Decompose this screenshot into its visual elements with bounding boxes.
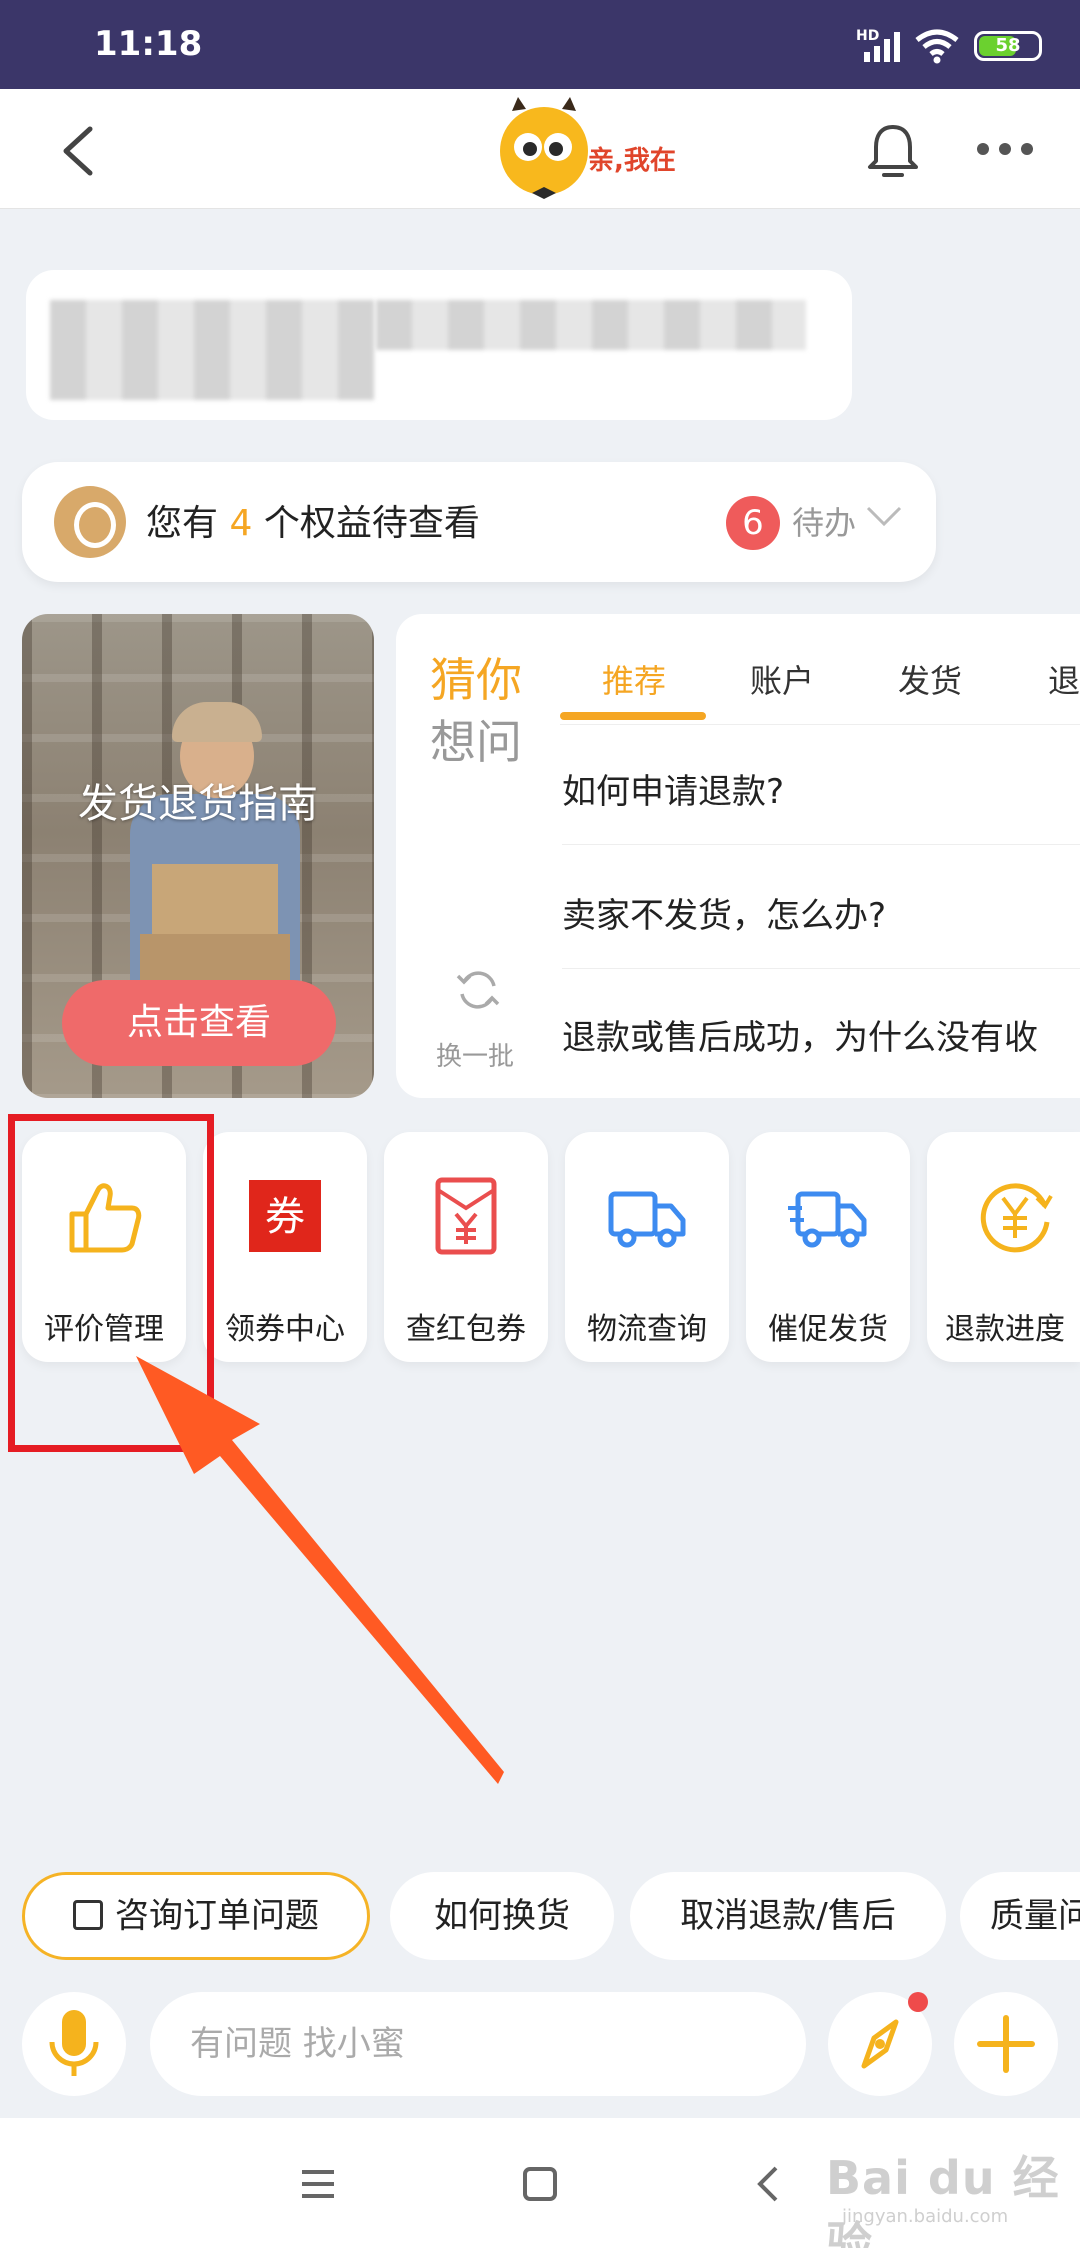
battery-icon: 58: [974, 31, 1042, 61]
wifi-icon: [915, 29, 959, 64]
quick-action-label: 领券中心: [225, 1312, 345, 1347]
back-triangle-icon[interactable]: [752, 2164, 782, 2204]
annotation-arrow: [136, 1356, 504, 1784]
tab-recommend[interactable]: 推荐: [602, 656, 666, 702]
tab-refund[interactable]: 退: [1048, 656, 1080, 702]
shipping-return-guide-card[interactable]: 发货退货指南 点击查看: [22, 614, 374, 1098]
quick-action-label: 查红包券: [406, 1312, 526, 1347]
message-input-container: [150, 1992, 806, 2096]
tab-shipping[interactable]: 发货: [898, 656, 962, 702]
quick-action-red-packet[interactable]: 查红包券: [384, 1132, 548, 1362]
todo-label[interactable]: 待办: [792, 498, 856, 544]
chevron-down-icon[interactable]: [864, 502, 904, 532]
home-square-icon[interactable]: [520, 2164, 560, 2204]
active-tab-indicator: [560, 712, 706, 720]
yuan-refresh-icon: [980, 1183, 1053, 1253]
notification-bell-icon[interactable]: [866, 121, 920, 181]
red-packet-icon: [435, 1177, 497, 1255]
message-input[interactable]: [190, 2014, 750, 2074]
faq-question[interactable]: 卖家不发货，怎么办?: [562, 888, 886, 937]
chip-cancel-refund[interactable]: 取消退款/售后: [630, 1872, 946, 1960]
svg-text:券: 券: [265, 1194, 305, 1240]
back-arrow-icon[interactable]: [54, 123, 104, 179]
quick-action-label: 催促发货: [768, 1312, 888, 1347]
menu-icon[interactable]: [298, 2166, 338, 2202]
more-options-icon[interactable]: [976, 141, 1034, 157]
quick-action-logistics[interactable]: 物流查询: [565, 1132, 729, 1362]
chip-quality[interactable]: 质量问: [960, 1872, 1080, 1960]
quick-action-label: 退款进度: [945, 1312, 1065, 1347]
status-time: 11:18: [94, 24, 203, 64]
app-header: 亲,我在: [0, 89, 1080, 209]
faq-heading-bottom: 想问: [430, 715, 522, 769]
quick-action-label: 物流查询: [587, 1312, 707, 1347]
faq-heading-top: 猜你: [430, 653, 522, 707]
order-inquiry-icon: [73, 1899, 103, 1930]
faq-question[interactable]: 退款或售后成功，为什么没有收: [562, 1010, 1038, 1059]
chip-exchange[interactable]: 如何换货: [390, 1872, 614, 1960]
signal-icon: [864, 32, 900, 62]
fast-truck-icon: [788, 1191, 867, 1248]
faq-question[interactable]: 如何申请退款?: [562, 764, 784, 813]
refresh-icon[interactable]: [454, 966, 502, 1014]
coupon-icon: 券: [249, 1180, 321, 1252]
quick-action-refund-progress[interactable]: 退款进度: [927, 1132, 1080, 1362]
guide-title: 发货退货指南: [78, 781, 318, 827]
truck-icon: [608, 1191, 686, 1248]
benefits-text: 您有 4 个权益待查看: [146, 503, 480, 544]
status-bar: 11:18 HD 58: [0, 0, 1080, 89]
tab-account[interactable]: 账户: [750, 656, 814, 702]
battery-level: 58: [995, 35, 1021, 56]
view-guide-button[interactable]: 点击查看: [62, 980, 336, 1066]
plus-icon: [977, 2015, 1035, 2073]
xiaomi-mascot-logo: 亲,我在: [500, 97, 676, 199]
quick-action-urge-shipping[interactable]: 催促发货: [746, 1132, 910, 1362]
benefits-count: 4: [229, 503, 253, 544]
voice-input-button[interactable]: [22, 1992, 126, 2096]
more-actions-button[interactable]: [954, 1992, 1058, 2096]
quick-action-coupon-center[interactable]: 券 领券中心: [203, 1132, 367, 1362]
faq-panel: 猜你 想问 推荐 账户 发货 退 如何申请退款? 卖家不发货，怎么办? 退款或售…: [396, 614, 1080, 1098]
todo-count-badge: 6: [726, 496, 780, 550]
chip-order-inquiry[interactable]: 咨询订单问题: [22, 1872, 370, 1960]
baidu-jingyan-watermark: Bai du 经验 jingyan.baidu.com: [826, 2151, 1060, 2248]
refresh-batch-label[interactable]: 换一批: [436, 1036, 514, 1073]
logo-wordmark: 亲,我在: [588, 146, 676, 176]
order-info-card-blurred: [26, 270, 852, 420]
microphone-icon: [49, 2010, 99, 2076]
medal-icon: [54, 486, 126, 558]
notification-dot: [908, 1992, 928, 2012]
benefits-bar[interactable]: 您有 4 个权益待查看 6 待办: [22, 462, 936, 582]
discover-button[interactable]: [828, 1992, 932, 2096]
